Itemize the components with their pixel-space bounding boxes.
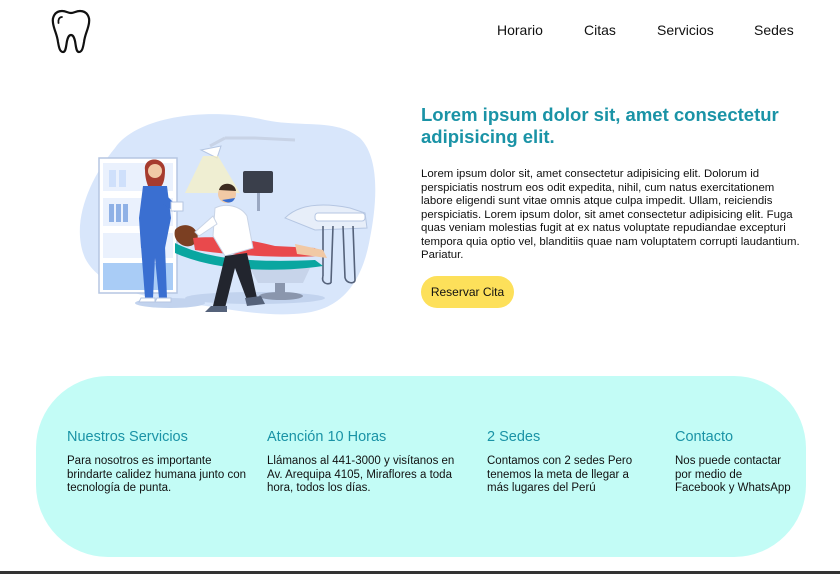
main-nav: Horario Citas Servicios Sedes [0,22,840,38]
service-card-servicios: Nuestros Servicios Para nosotros es impo… [67,428,247,496]
service-text: Contamos con 2 sedes Pero tenemos la met… [487,455,633,494]
dentist-illustration [79,114,376,315]
hero-title: Lorem ipsum dolor sit, amet consectetur … [421,104,779,147]
service-text: Llámanos al 441-3000 y visítanos en Av. … [267,455,455,494]
hero-description: Lorem ipsum dolor sit, amet consectetur … [421,168,800,261]
nav-item-servicios[interactable]: Servicios [657,22,714,38]
service-title: Nuestros Servicios [67,429,188,445]
nav-item-sedes[interactable]: Sedes [754,22,794,38]
service-text: Para nosotros es importante brindarte ca… [67,455,247,494]
services-panel: Nuestros Servicios Para nosotros es impo… [36,376,806,557]
service-title: 2 Sedes [487,429,541,445]
service-title: Atención 10 Horas [267,429,387,445]
nav-item-horario[interactable]: Horario [497,22,543,38]
reservar-cita-button[interactable]: Reservar Cita [421,276,514,308]
service-card-contacto: Contacto Nos puede contactar por medio d… [675,428,793,496]
service-title: Contacto [675,429,734,445]
service-text: Nos puede contactar por medio de Faceboo… [675,455,791,494]
service-card-sedes: 2 Sedes Contamos con 2 sedes Pero tenemo… [487,428,652,496]
nav-item-citas[interactable]: Citas [584,22,616,38]
service-card-atencion: Atención 10 Horas Llámanos al 441-3000 y… [267,428,457,496]
